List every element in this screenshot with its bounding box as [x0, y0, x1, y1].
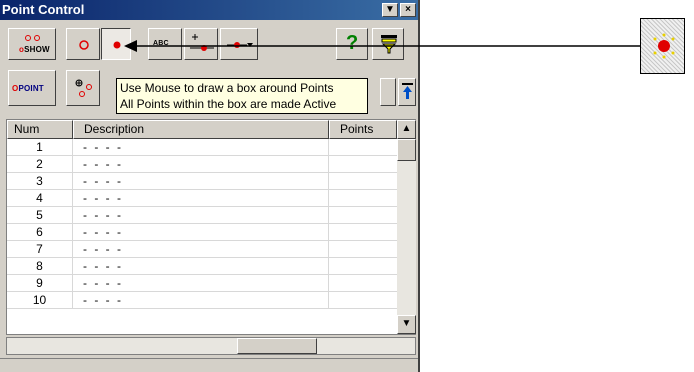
sample-point-icon [653, 33, 675, 59]
callout-arrow [124, 40, 640, 52]
sample-point-icon-box [640, 18, 685, 74]
